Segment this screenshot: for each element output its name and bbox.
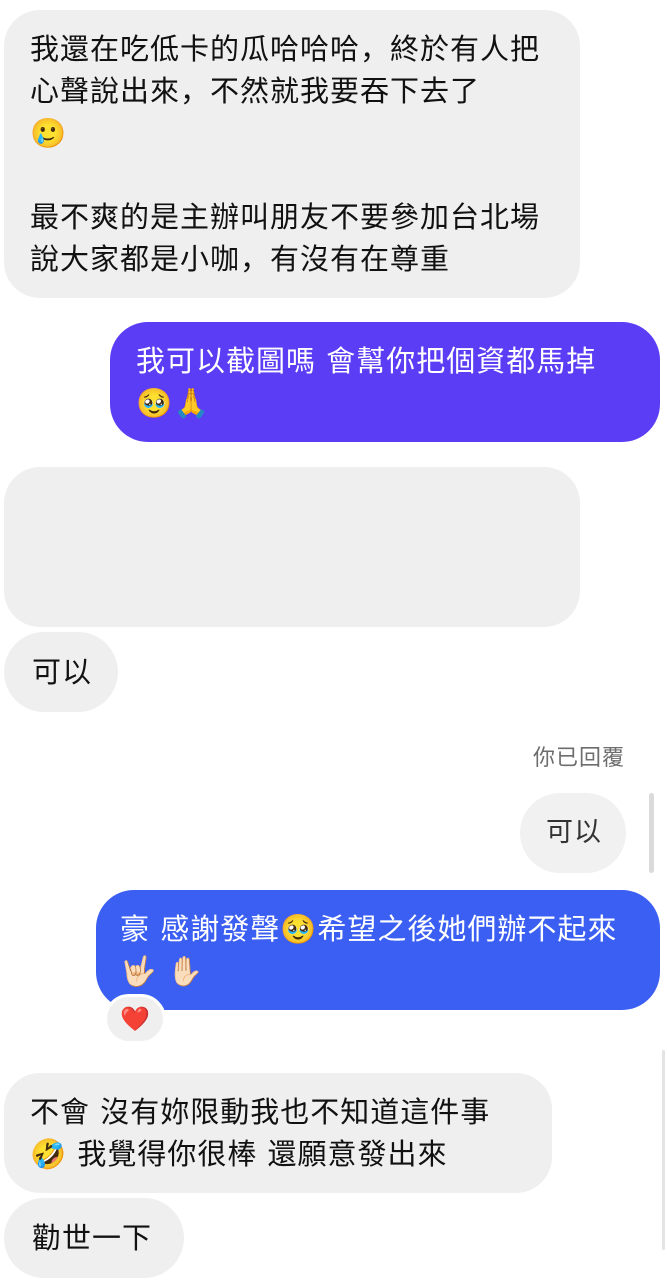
message-bubble-incoming[interactable]: 我還在吃低卡的瓜哈哈哈，終於有人把心聲說出來，不然就我要吞下去了 🥲 最不爽的是… [4, 10, 580, 298]
message-bubble-incoming-redacted[interactable] [4, 467, 580, 627]
message-bubble-incoming[interactable]: 勸世一下 [4, 1198, 184, 1278]
message-bubble-incoming[interactable]: 不會 沒有妳限動我也不知道這件事 🤣 我覺得你很棒 還願意發出來 [4, 1073, 552, 1193]
heart-reaction-icon[interactable]: ❤️ [104, 994, 166, 1044]
reply-indicator: 你已回覆 [532, 746, 625, 771]
scrollbar[interactable] [662, 1050, 665, 1250]
reply-quote-bar [649, 793, 654, 873]
quoted-message-bubble[interactable]: 可以 [520, 793, 626, 873]
message-bubble-outgoing[interactable]: 我可以截圖嗎 會幫你把個資都馬掉 🥹🙏 [110, 322, 660, 442]
message-bubble-incoming[interactable]: 可以 [4, 632, 118, 712]
message-bubble-outgoing[interactable]: 豪 感謝發聲🥹希望之後她們辦不起來🤟🏻 ✋🏻 [96, 890, 660, 1010]
